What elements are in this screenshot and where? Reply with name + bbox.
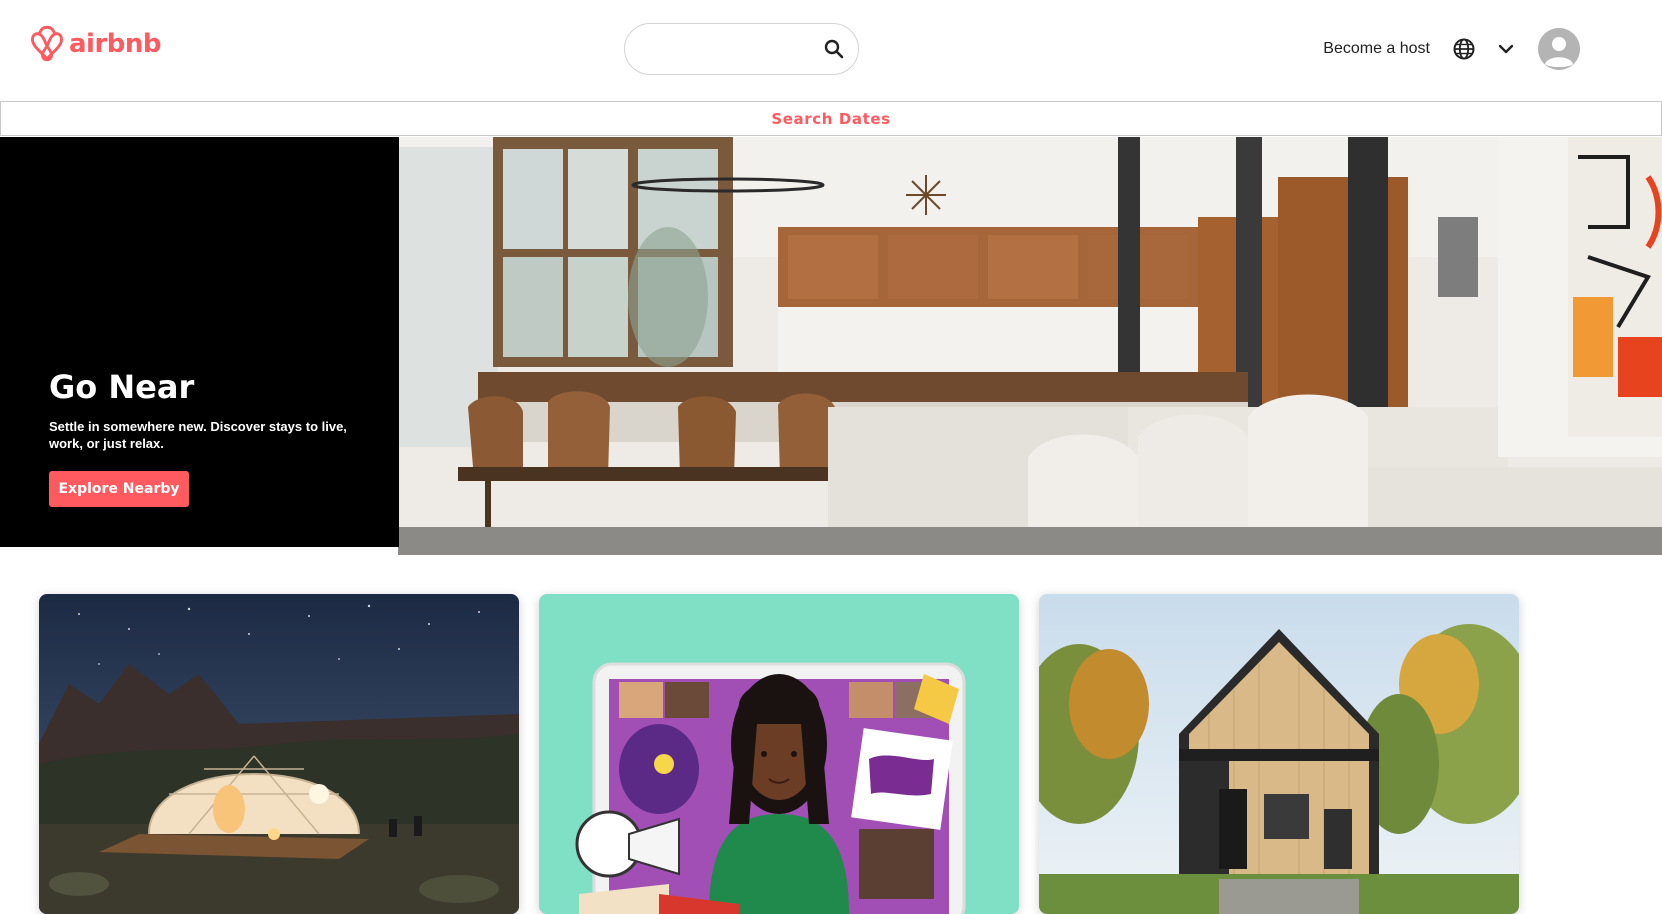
search-bar[interactable] — [624, 23, 859, 75]
become-host-link[interactable]: Become a host — [1323, 40, 1430, 58]
logo-text: airbnb — [69, 29, 162, 59]
geodesic-dome-image — [39, 594, 519, 914]
hero-text-panel: Go Near Settle in somewhere new. Discove… — [0, 137, 399, 547]
online-experiences-image — [539, 594, 1019, 914]
header: airbnb Become a host — [0, 0, 1662, 100]
search-icon[interactable] — [824, 39, 844, 59]
card-online-experiences[interactable] — [539, 594, 1019, 914]
hero-banner: Go Near Settle in somewhere new. Discove… — [0, 137, 1662, 555]
user-avatar-icon — [1538, 28, 1580, 70]
wooden-cabin-image — [1039, 594, 1519, 914]
hero-interior-image — [398, 137, 1662, 555]
user-avatar-button[interactable] — [1538, 28, 1580, 70]
hero-title: Go Near — [49, 368, 195, 406]
airbnb-belo-icon — [31, 25, 63, 62]
airbnb-logo[interactable]: airbnb — [29, 24, 162, 64]
explore-nearby-button[interactable]: Explore Nearby — [49, 471, 189, 507]
header-actions: Become a host — [1323, 26, 1580, 72]
card-dome[interactable] — [39, 594, 519, 914]
chevron-down-icon[interactable] — [1496, 39, 1516, 59]
hero-subtitle: Settle in somewhere new. Discover stays … — [49, 419, 347, 451]
feature-cards — [0, 594, 1662, 914]
search-dates-bar[interactable]: Search Dates — [0, 101, 1662, 136]
search-input[interactable] — [643, 34, 803, 64]
globe-icon[interactable] — [1452, 37, 1476, 61]
card-cabin[interactable] — [1039, 594, 1519, 914]
